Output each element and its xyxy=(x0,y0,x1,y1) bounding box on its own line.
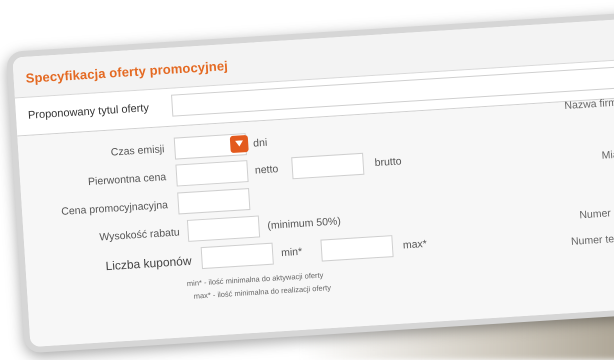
promo-price-label: Cena promocyjnacyjna xyxy=(60,199,169,218)
coupons-min-input[interactable] xyxy=(200,242,274,270)
coupons-min-unit: min* xyxy=(280,245,303,260)
form-area: Czas emisji dni Pierwontna cena netto br… xyxy=(17,93,614,348)
panel-title: Specyfikacja oferty promocyjnej xyxy=(25,58,229,86)
promo-price-input[interactable] xyxy=(177,188,251,215)
discount-hint: (minimum 50%) xyxy=(267,215,342,232)
right-label-phone: Numer telefo xyxy=(570,232,614,248)
discount-label: Wysokość rabatu xyxy=(99,226,181,244)
offer-title-label: Proponowany tytul oferty xyxy=(27,102,150,122)
original-price-label: Pierwontna cena xyxy=(87,171,167,189)
net-unit: netto xyxy=(254,163,279,177)
discount-input[interactable] xyxy=(186,215,261,242)
emission-label: Czas emisji xyxy=(110,143,165,159)
original-price-net-input[interactable] xyxy=(175,160,249,187)
emission-unit: dni xyxy=(252,136,268,150)
offer-spec-panel: Specyfikacja oferty promocyjnej Proponow… xyxy=(6,7,614,354)
chevron-down-icon[interactable] xyxy=(229,134,249,154)
original-price-gross-input[interactable] xyxy=(291,152,365,180)
right-label-city: Mias xyxy=(601,148,614,162)
gross-unit: brutto xyxy=(374,155,402,170)
coupons-label: Liczba kuponów xyxy=(105,253,192,274)
coupons-max-input[interactable] xyxy=(320,235,394,262)
coupons-max-unit: max* xyxy=(402,237,428,252)
panel-body: Specyfikacja oferty promocyjnej Proponow… xyxy=(12,14,614,348)
right-label-company: Nazwa firm xyxy=(564,96,614,113)
right-label-apartment: Numer loka xyxy=(579,206,614,222)
